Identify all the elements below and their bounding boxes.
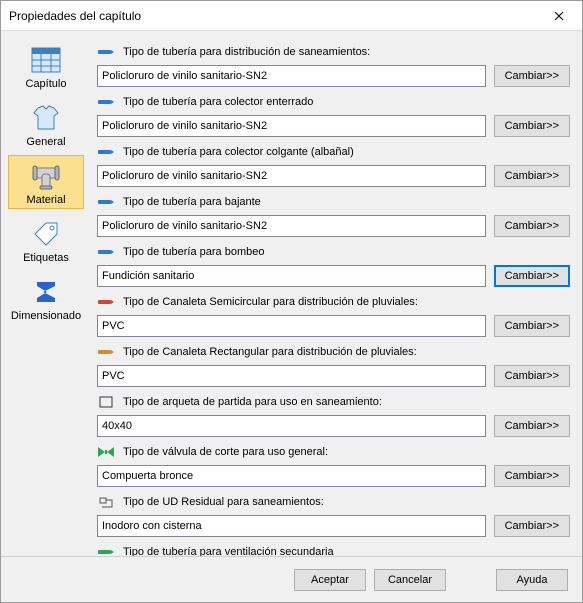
blue-pencil-icon — [97, 195, 115, 209]
sidebar-item-label: Dimensionado — [11, 310, 81, 322]
orange-pencil-icon — [97, 345, 115, 359]
close-button[interactable] — [536, 1, 582, 30]
red-pencil-icon — [97, 295, 115, 309]
property-label: Tipo de Canaleta Semicircular para distr… — [123, 296, 570, 308]
sidebar-item-material[interactable]: Material — [8, 155, 84, 209]
change-button[interactable]: Cambiar>> — [494, 65, 570, 87]
property-label-row: Tipo de arqueta de partida para uso en s… — [97, 391, 570, 413]
property-value-row: PVC Cambiar>> — [97, 365, 570, 387]
sidebar-item-label: Material — [26, 194, 65, 206]
help-button[interactable]: Ayuda — [496, 569, 568, 591]
change-button[interactable]: Cambiar>> — [494, 365, 570, 387]
change-button[interactable]: Cambiar>> — [494, 515, 570, 537]
blue-pencil-icon — [97, 245, 115, 259]
sidebar-item-dimensionado[interactable]: Dimensionado — [8, 271, 84, 325]
property-label-row: Tipo de tubería para bajante — [97, 191, 570, 213]
property-label-row: Tipo de tubería para distribución de san… — [97, 41, 570, 63]
footer-ok-cancel-group: Aceptar Cancelar — [294, 569, 446, 591]
change-button[interactable]: Cambiar>> — [494, 115, 570, 137]
cancel-button[interactable]: Cancelar — [374, 569, 446, 591]
main-panel: Tipo de tubería para distribución de san… — [91, 31, 582, 556]
property-value-row: Inodoro con cisterna Cambiar>> — [97, 515, 570, 537]
sidebar-item-general[interactable]: General — [8, 97, 84, 151]
change-button[interactable]: Cambiar>> — [494, 265, 570, 287]
property-label: Tipo de tubería para ventilación secunda… — [123, 546, 570, 556]
property-label-row: Tipo de tubería para colector enterrado — [97, 91, 570, 113]
green-pencil-icon — [97, 545, 115, 556]
property-value-row: Policloruro de vinilo sanitario-SN2 Cambi… — [97, 115, 570, 137]
property-value-row: PVC Cambiar>> — [97, 315, 570, 337]
pipe-tee-icon — [30, 160, 62, 192]
property-value-row: 40x40 Cambiar>> — [97, 415, 570, 437]
property-value-field[interactable]: PVC — [97, 315, 486, 337]
property-label-row: Tipo de tubería para ventilación secunda… — [97, 541, 570, 556]
valve-icon — [97, 445, 115, 459]
property-value-row: Fundición sanitario Cambiar>> — [97, 265, 570, 287]
property-value-field[interactable]: PVC — [97, 365, 486, 387]
titlebar: Propiedades del capítulo — [1, 1, 582, 31]
property-label-row: Tipo de válvula de corte para uso genera… — [97, 441, 570, 463]
chapter-grid-icon — [30, 44, 62, 76]
property-value-field[interactable]: Policloruro de vinilo sanitario-SN2 — [97, 115, 486, 137]
close-icon — [554, 11, 564, 21]
property-value-field[interactable]: Policloruro de vinilo sanitario-SN2 — [97, 215, 486, 237]
change-button[interactable]: Cambiar>> — [494, 165, 570, 187]
window-title: Propiedades del capítulo — [9, 9, 536, 23]
change-button[interactable]: Cambiar>> — [494, 215, 570, 237]
property-value-field[interactable]: Policloruro de vinilo sanitario-SN2 — [97, 65, 486, 87]
property-label: Tipo de Canaleta Rectangular para distri… — [123, 346, 570, 358]
property-label: Tipo de tubería para bombeo — [123, 246, 570, 258]
blue-pencil-icon — [97, 145, 115, 159]
property-value-row: Policloruro de vinilo sanitario-SN2 Cambi… — [97, 165, 570, 187]
ud-icon — [97, 495, 115, 509]
property-value-field[interactable]: Compuerta bronce — [97, 465, 486, 487]
sidebar-item-capitulo[interactable]: Capítulo — [8, 39, 84, 93]
property-label: Tipo de tubería para colector enterrado — [123, 96, 570, 108]
blue-pencil-icon — [97, 45, 115, 59]
change-button[interactable]: Cambiar>> — [494, 315, 570, 337]
property-value-field[interactable]: Policloruro de vinilo sanitario-SN2 — [97, 165, 486, 187]
dialog-body: Capítulo General Material Etiquetas — [1, 31, 582, 556]
property-label: Tipo de arqueta de partida para uso en s… — [123, 396, 570, 408]
property-value-row: Policloruro de vinilo sanitario-SN2 Cambi… — [97, 215, 570, 237]
property-value-row: Policloruro de vinilo sanitario-SN2 Cambi… — [97, 65, 570, 87]
tag-icon — [30, 218, 62, 250]
property-value-field[interactable]: Fundición sanitario — [97, 265, 486, 287]
property-value-field[interactable]: Inodoro con cisterna — [97, 515, 486, 537]
property-label-row: Tipo de Canaleta Semicircular para distr… — [97, 291, 570, 313]
property-value-field[interactable]: 40x40 — [97, 415, 486, 437]
sidebar-item-label: Etiquetas — [23, 252, 69, 264]
dialog-footer: Aceptar Cancelar Ayuda — [1, 556, 582, 602]
square-outline-icon — [97, 395, 115, 409]
property-label-row: Tipo de Canaleta Rectangular para distri… — [97, 341, 570, 363]
property-label: Tipo de UD Residual para saneamientos: — [123, 496, 570, 508]
sidebar-item-label: General — [26, 136, 65, 148]
sigma-icon — [30, 276, 62, 308]
property-value-row: Compuerta bronce Cambiar>> — [97, 465, 570, 487]
sidebar-item-label: Capítulo — [26, 78, 67, 90]
change-button[interactable]: Cambiar>> — [494, 465, 570, 487]
property-label: Tipo de tubería para colector colgante (… — [123, 146, 570, 158]
blue-pencil-icon — [97, 95, 115, 109]
ok-button[interactable]: Aceptar — [294, 569, 366, 591]
property-label-row: Tipo de UD Residual para saneamientos: — [97, 491, 570, 513]
sidebar-item-etiquetas[interactable]: Etiquetas — [8, 213, 84, 267]
property-label: Tipo de tubería para bajante — [123, 196, 570, 208]
property-label-row: Tipo de tubería para bombeo — [97, 241, 570, 263]
change-button[interactable]: Cambiar>> — [494, 415, 570, 437]
shirt-icon — [30, 102, 62, 134]
sidebar: Capítulo General Material Etiquetas — [1, 31, 91, 556]
property-label: Tipo de válvula de corte para uso genera… — [123, 446, 570, 458]
property-label-row: Tipo de tubería para colector colgante (… — [97, 141, 570, 163]
property-label: Tipo de tubería para distribución de san… — [123, 46, 570, 58]
dialog-window: Propiedades del capítulo Capítulo Genera… — [0, 0, 583, 603]
